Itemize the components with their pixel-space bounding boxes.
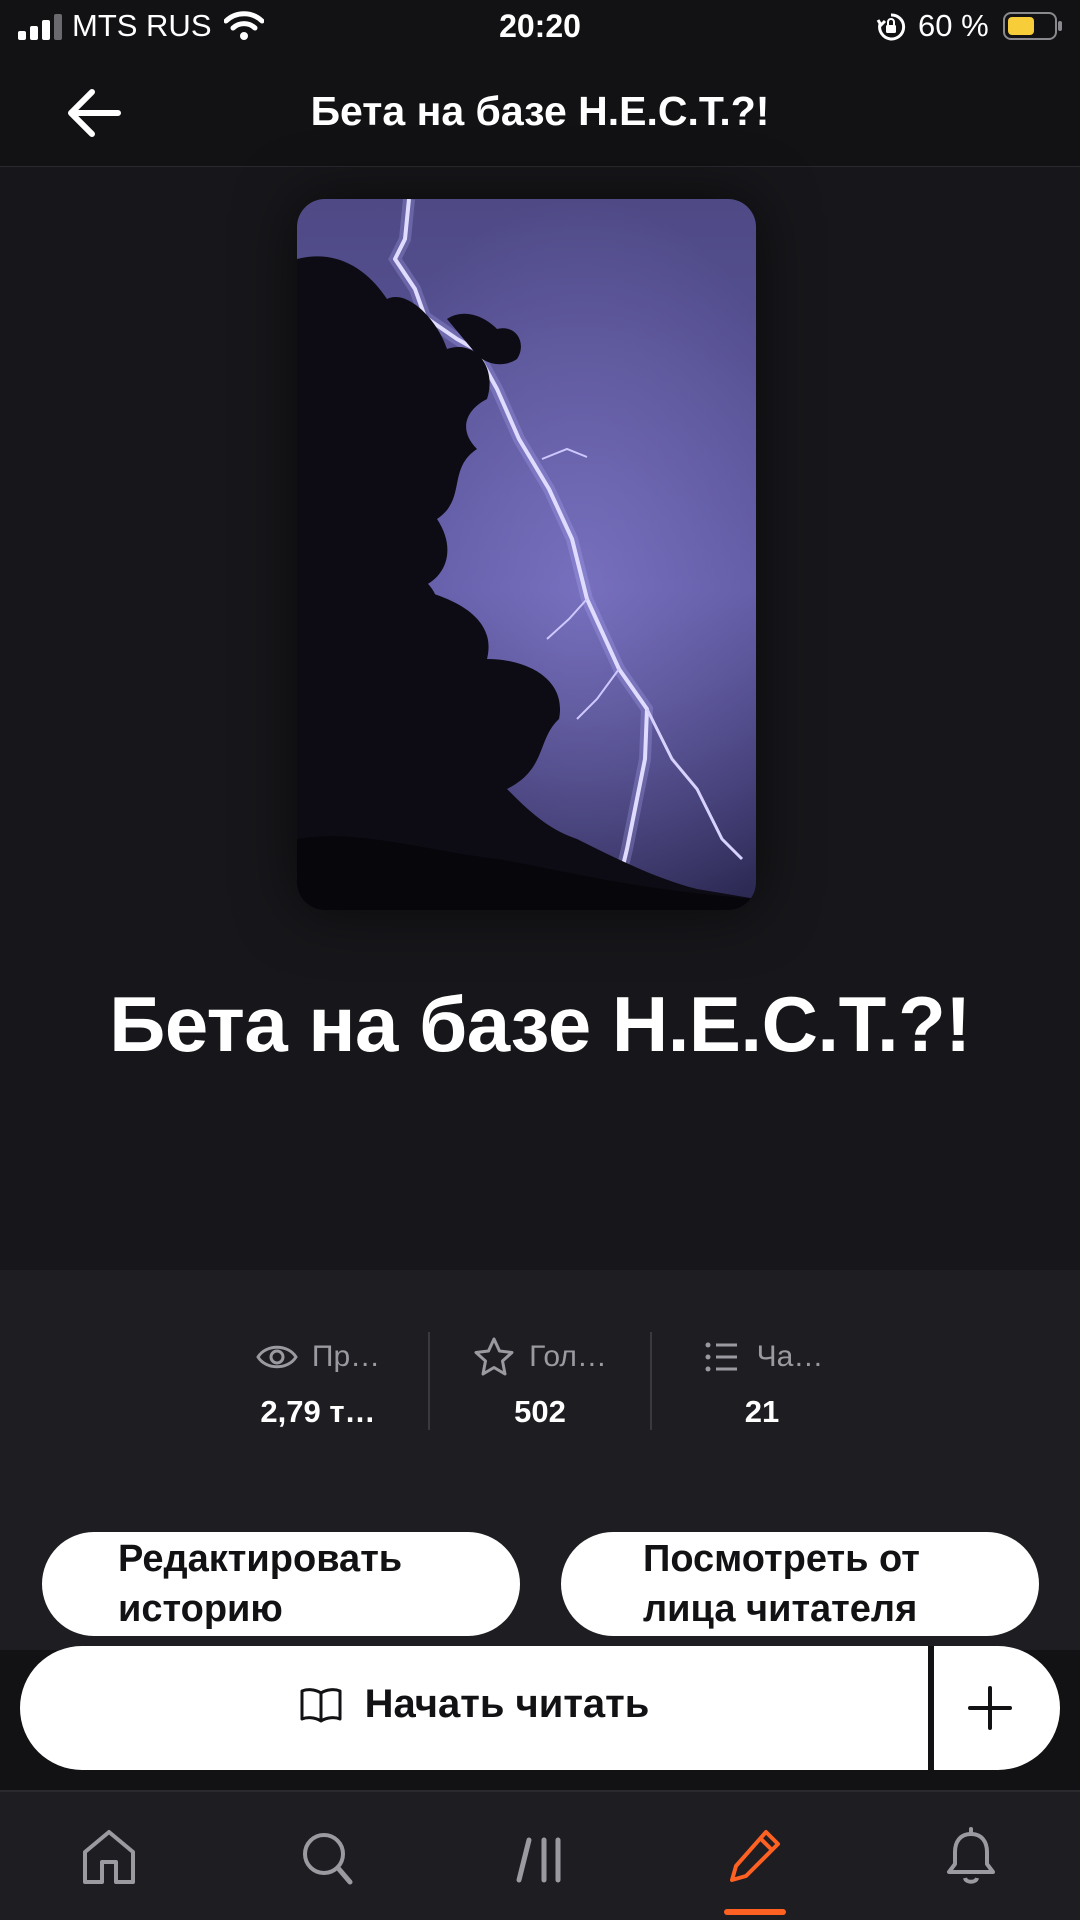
write-pencil-icon (730, 1830, 780, 1882)
tab-write[interactable] (694, 1792, 814, 1920)
stat-chapters-label: Ча… (756, 1340, 824, 1373)
stat-chapters: Ча… 21 (651, 1332, 873, 1442)
top-nav-bar: Бета на базе Н.Е.С.Т.?! (0, 60, 1080, 167)
status-bar: MTS RUS 20:20 60 % (0, 0, 1080, 60)
story-hero: Бета на базе Н.Е.С.Т.?! (0, 167, 1080, 1270)
battery-percent: 60 % (918, 8, 989, 43)
edit-story-label-line2: историю (118, 1588, 283, 1630)
stat-votes-label: Гол… (529, 1340, 607, 1373)
story-title: Бета на базе Н.Е.С.Т.?! (109, 980, 971, 1068)
list-icon (705, 1342, 737, 1372)
add-to-list-button[interactable] (934, 1646, 1060, 1770)
search-icon (303, 1833, 353, 1885)
star-icon (474, 1337, 514, 1376)
plus-icon (968, 1686, 1012, 1730)
stat-votes: Гол… 502 (429, 1332, 651, 1442)
story-details-screen: MTS RUS 20:20 60 % Бета на базе Н.Е.С.Т.… (0, 0, 1080, 1920)
tab-home[interactable] (48, 1792, 168, 1920)
home-icon (83, 1830, 135, 1884)
story-cover-image (297, 199, 756, 910)
battery-icon (1003, 12, 1062, 40)
tab-notifications[interactable] (910, 1792, 1030, 1920)
preview-label-line2: лица читателя (643, 1588, 918, 1630)
eye-icon (256, 1345, 298, 1369)
tab-library[interactable] (481, 1792, 601, 1920)
edit-story-button[interactable]: Редактировать историю (42, 1532, 520, 1636)
orientation-lock-icon (876, 13, 906, 41)
start-reading-label: Начать читать (364, 1682, 650, 1726)
bottom-tab-bar (0, 1790, 1080, 1920)
start-reading-bar: Начать читать (20, 1646, 1060, 1770)
nav-title: Бета на базе Н.Е.С.Т.?! (310, 88, 770, 134)
bell-icon (947, 1827, 995, 1884)
active-tab-indicator (724, 1909, 786, 1915)
stat-reads-label: Пр… (311, 1340, 381, 1373)
stat-reads: Пр… 2,79 т… (207, 1332, 429, 1442)
stat-reads-value: 2,79 т… (260, 1394, 376, 1429)
stat-chapters-value: 21 (744, 1394, 780, 1429)
edit-story-label-line1: Редактировать (118, 1538, 403, 1580)
open-book-icon (300, 1687, 342, 1722)
start-reading-button[interactable]: Начать читать (20, 1646, 928, 1770)
preview-label-line1: Посмотреть от (643, 1538, 920, 1580)
tab-search[interactable] (266, 1792, 386, 1920)
library-icon (516, 1837, 561, 1883)
preview-as-reader-button[interactable]: Посмотреть от лица читателя (561, 1532, 1039, 1636)
stat-votes-value: 502 (514, 1394, 566, 1429)
